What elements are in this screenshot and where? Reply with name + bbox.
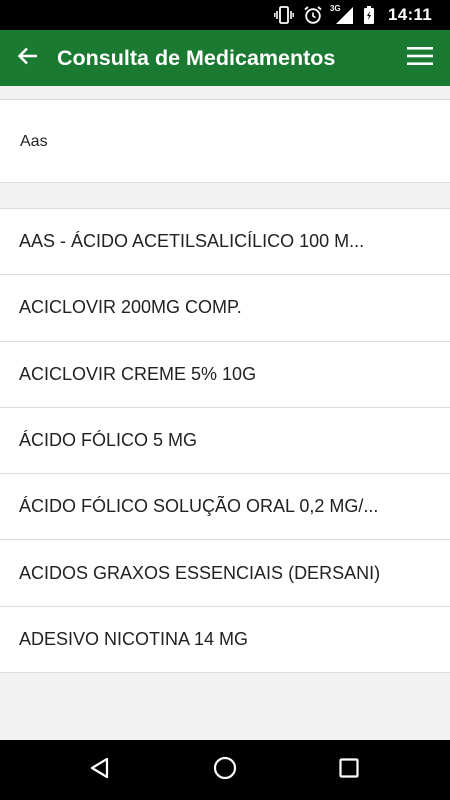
arrow-left-icon [16,44,40,73]
battery-icon [363,5,375,25]
status-time: 14:11 [387,5,432,24]
network-type-label: 3G [329,4,341,13]
result-item[interactable]: AAS - ÁCIDO ACETILSALICÍLICO 100 M... [0,209,450,276]
results-list: AAS - ÁCIDO ACETILSALICÍLICO 100 M... AC… [0,208,450,674]
result-item-label: ADESIVO NICOTINA 14 MG [19,628,249,649]
alarm-icon [303,5,323,25]
nav-home-button[interactable] [201,746,249,794]
home-circle-icon [212,755,238,786]
back-triangle-icon [88,756,112,785]
page-title: Consulta de Medicamentos [57,46,336,70]
result-item-label: AAS - ÁCIDO ACETILSALICÍLICO 100 M... [19,231,365,252]
result-item-label: ÁCIDO FÓLICO 5 MG [19,430,198,451]
search-card [0,99,450,183]
signal-icon: 3G [329,4,354,25]
recents-square-icon [337,756,361,785]
result-item[interactable]: ACICLOVIR CREME 5% 10G [0,342,450,408]
nav-back-button[interactable] [76,746,124,794]
nav-recents-button[interactable] [325,746,373,794]
navigation-bar [0,740,450,800]
status-bar: 3G 14:11 [0,0,450,30]
status-icons: 3G 14:11 [274,0,432,30]
result-item[interactable]: ACICLOVIR 200MG COMP. [0,275,450,342]
result-item[interactable]: ÁCIDO FÓLICO 5 MG [0,408,450,475]
menu-button[interactable] [398,36,442,80]
result-item-label: ACICLOVIR 200MG COMP. [19,297,242,318]
result-item[interactable]: ACIDOS GRAXOS ESSENCIAIS (DERSANI) [0,540,450,607]
vibrate-icon [274,5,294,25]
result-item-label: ÁCIDO FÓLICO SOLUÇÃO ORAL 0,2 MG/... [19,496,379,517]
result-item[interactable]: ÁCIDO FÓLICO SOLUÇÃO ORAL 0,2 MG/... [0,474,450,541]
result-item-label: ACICLOVIR CREME 5% 10G [19,363,257,384]
app-bar: Consulta de Medicamentos [0,30,450,86]
hamburger-menu-icon [407,46,433,71]
result-item-label: ACIDOS GRAXOS ESSENCIAIS (DERSANI) [19,562,381,583]
search-input[interactable] [20,122,430,162]
back-button[interactable] [6,36,50,80]
result-item[interactable]: ADESIVO NICOTINA 14 MG [0,607,450,674]
